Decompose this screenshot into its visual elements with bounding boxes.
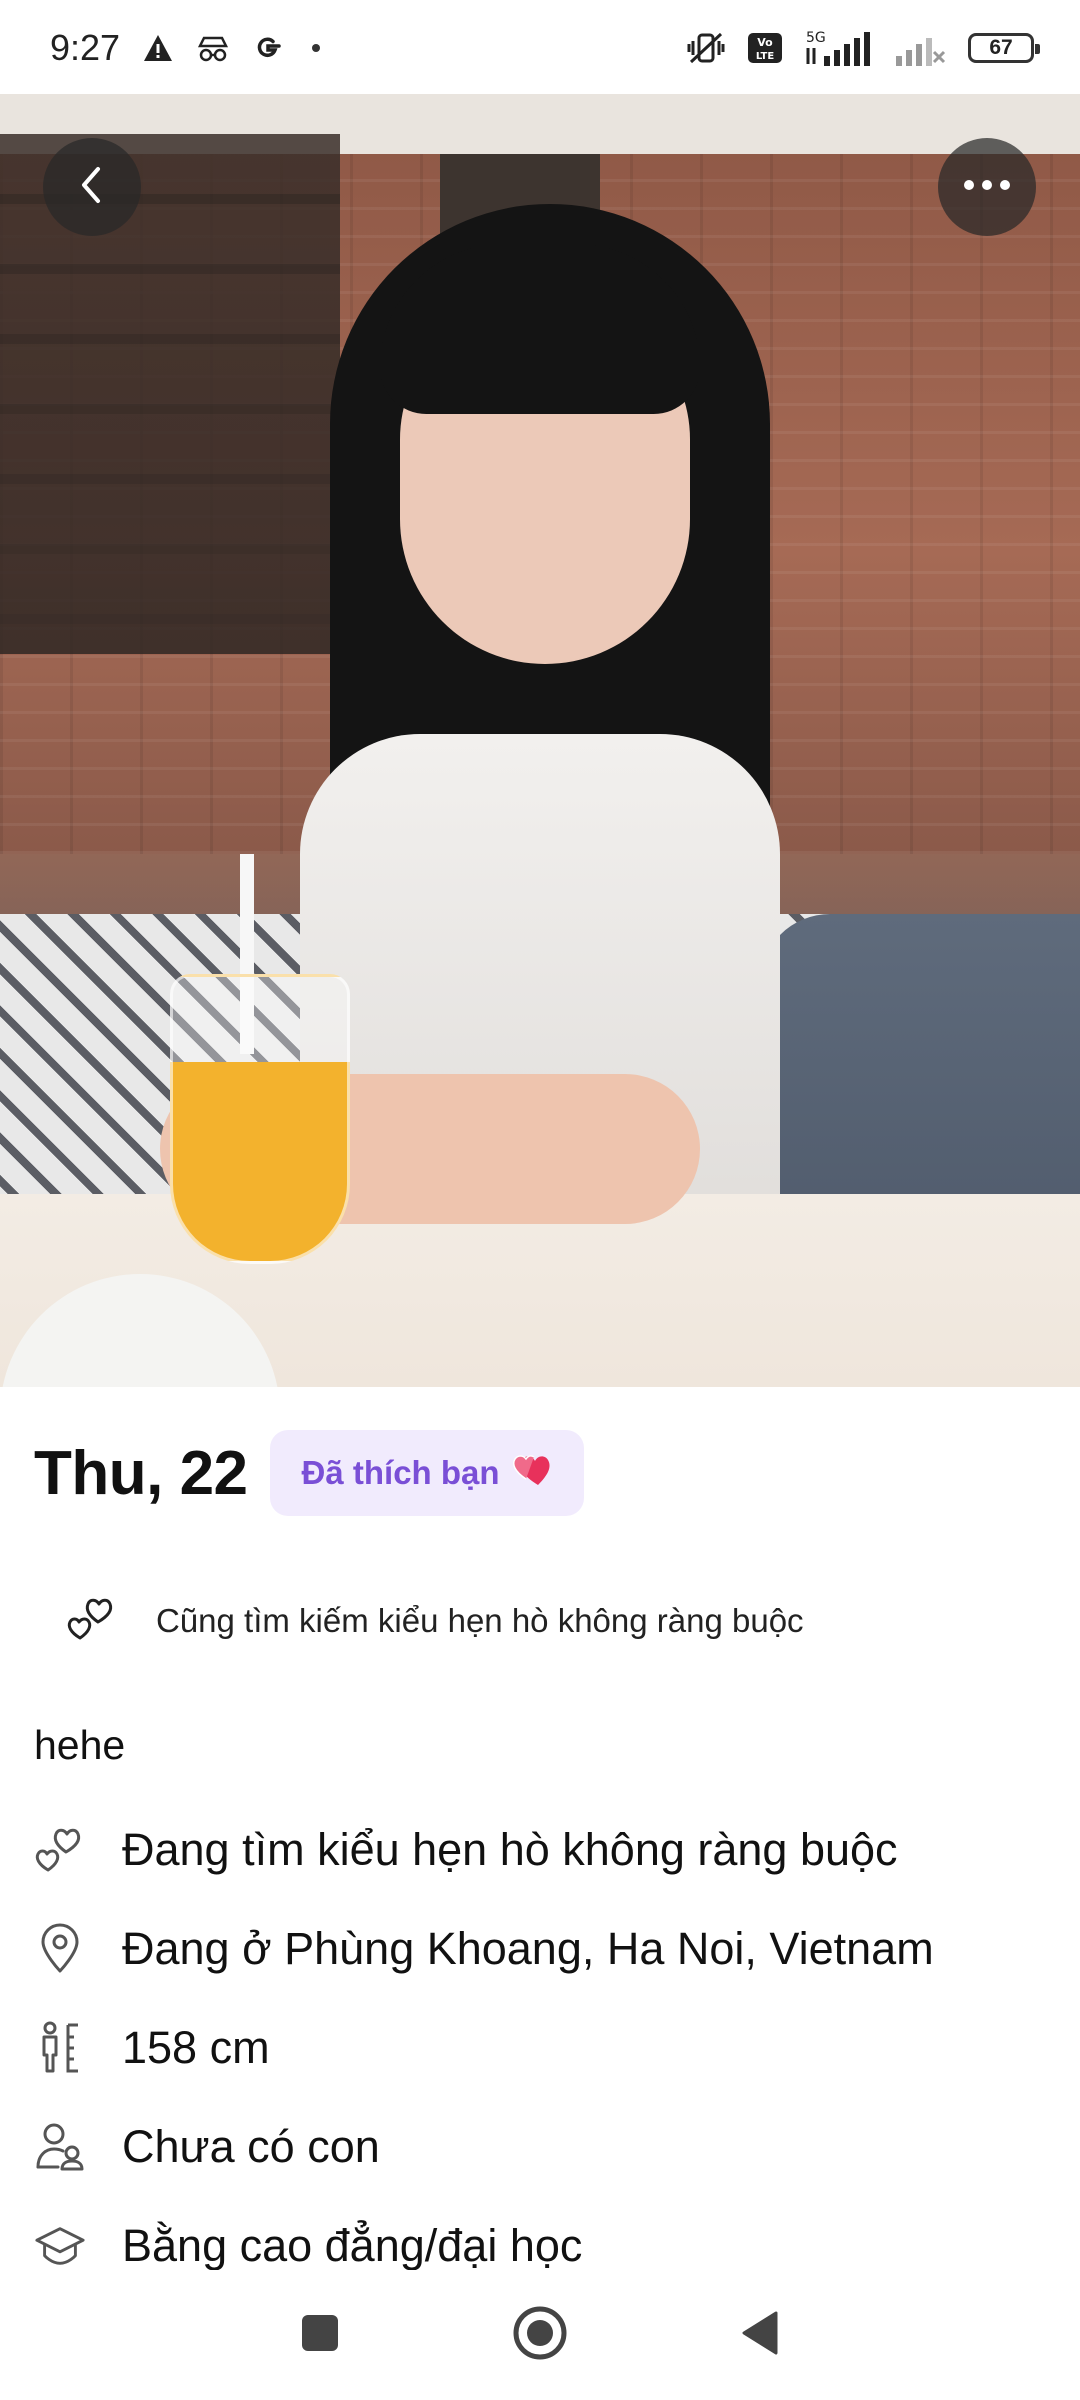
- nav-back-button[interactable]: [725, 2300, 795, 2370]
- chevron-left-icon: [74, 163, 110, 212]
- hearts-outline-icon: [64, 1592, 118, 1649]
- home-button[interactable]: [505, 2300, 575, 2370]
- hearts-outline-icon: [34, 1824, 86, 1876]
- liked-you-badge: Đã thích bạn: [269, 1430, 584, 1516]
- status-left: 9:27: [50, 27, 321, 69]
- profile-photo[interactable]: [0, 94, 1080, 1387]
- back-button[interactable]: [43, 138, 141, 236]
- photo-person-bangs: [380, 244, 700, 414]
- detail-text: Chưa có con: [122, 2120, 380, 2172]
- system-nav-bar: [0, 2270, 1080, 2400]
- detail-children: Chưa có con: [34, 2097, 1054, 2196]
- warning-icon: [142, 33, 174, 63]
- profile-name-age: Thu, 22: [34, 1438, 248, 1508]
- detail-height: 158 cm: [34, 1998, 1054, 2097]
- circle-icon: [511, 2304, 569, 2367]
- incognito-icon: [196, 34, 230, 62]
- svg-text:LTE: LTE: [756, 51, 775, 62]
- screen: 9:27 Vo LTE 5G 67 Thu, 22 Đã thích bạn C…: [0, 0, 1080, 2400]
- signal-icon: 5G: [804, 28, 872, 68]
- detail-location: Đang ở Phùng Khoang, Ha Noi, Vietnam: [34, 1899, 1054, 1998]
- svg-text:5G: 5G: [806, 30, 826, 46]
- profile-bio: hehe: [34, 1722, 126, 1768]
- children-icon: [34, 2121, 86, 2173]
- detail-text: 158 cm: [122, 2021, 270, 2073]
- location-pin-icon: [34, 1923, 86, 1975]
- photo-juice-glass: [170, 974, 350, 1264]
- svg-text:Vo: Vo: [757, 36, 773, 49]
- status-time: 9:27: [50, 27, 121, 68]
- volte-icon: Vo LTE: [748, 33, 782, 63]
- detail-text: Đang tìm kiểu hẹn hò không ràng buộc: [122, 1823, 898, 1875]
- recents-button[interactable]: [285, 2300, 355, 2370]
- detail-text: Đang ở Phùng Khoang, Ha Noi, Vietnam: [122, 1922, 934, 1974]
- google-icon: [252, 32, 284, 64]
- also-looking-row: Cũng tìm kiếm kiểu hẹn hò không ràng buộ…: [64, 1592, 804, 1649]
- more-horizontal-icon: [962, 178, 1012, 197]
- also-looking-text: Cũng tìm kiếm kiểu hẹn hò không ràng buộ…: [156, 1601, 804, 1639]
- battery-icon: 67: [968, 33, 1040, 63]
- more-options-button[interactable]: [938, 138, 1036, 236]
- hearts-icon: [510, 1449, 554, 1497]
- square-icon: [300, 2313, 340, 2358]
- vibrate-off-icon: [686, 30, 726, 66]
- detail-looking-for: Đang tìm kiểu hẹn hò không ràng buộc: [34, 1800, 1054, 1899]
- status-right: Vo LTE 5G 67: [686, 28, 1040, 68]
- detail-text: Bằng cao đẳng/đại học: [122, 2219, 583, 2271]
- profile-details-list: Đang tìm kiểu hẹn hò không ràng buộc Đan…: [34, 1800, 1054, 2295]
- triangle-back-icon: [738, 2309, 782, 2362]
- signal-icon-2: [894, 28, 946, 68]
- liked-badge-label: Đã thích bạn: [301, 1454, 500, 1491]
- notification-dot: [312, 44, 321, 52]
- status-bar: 9:27 Vo LTE 5G 67: [0, 0, 1080, 96]
- name-row: Thu, 22 Đã thích bạn: [34, 1430, 584, 1516]
- height-icon: [34, 2021, 86, 2074]
- education-cap-icon: [34, 2220, 86, 2272]
